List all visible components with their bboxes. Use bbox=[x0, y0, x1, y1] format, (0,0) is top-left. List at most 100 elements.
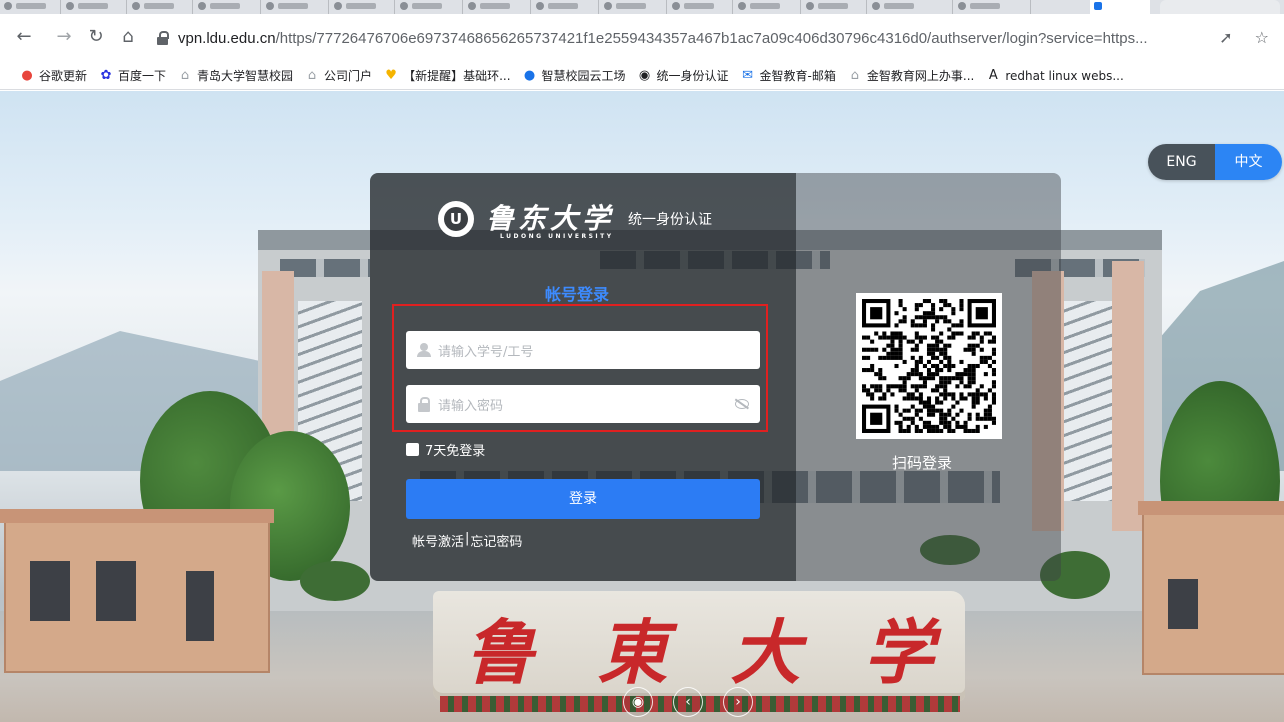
browser-tab[interactable] bbox=[330, 0, 395, 14]
browser-tab[interactable] bbox=[62, 0, 127, 14]
cloud-icon: ● bbox=[523, 67, 536, 83]
shrub bbox=[300, 561, 370, 601]
bookmark-label: 谷歌更新 bbox=[39, 69, 88, 83]
bookmark-item[interactable]: ⌂ 青岛大学智慧校园 bbox=[178, 67, 293, 84]
page-viewport: 鲁 東 大 学 ENG 中文 鲁东大学 LUDONG UNIVERSITY 统一… bbox=[0, 91, 1284, 722]
browser-tab[interactable] bbox=[1160, 0, 1280, 14]
bookmark-item[interactable]: ● 智慧校园云工场 bbox=[523, 67, 626, 84]
browser-tab[interactable] bbox=[734, 0, 801, 14]
browser-tab[interactable] bbox=[0, 0, 61, 14]
carousel-next-button[interactable]: › bbox=[723, 687, 753, 717]
browser-tab-active[interactable] bbox=[1090, 0, 1150, 14]
stone-char: 鲁 bbox=[464, 611, 535, 694]
browser-tab[interactable] bbox=[532, 0, 599, 14]
university-logo: 鲁东大学 LUDONG UNIVERSITY 统一身份认证 bbox=[438, 199, 738, 259]
lang-zh-button[interactable]: 中文 bbox=[1215, 144, 1282, 180]
bookmark-label: 金智教育网上办事... bbox=[866, 69, 975, 83]
browser-tab[interactable] bbox=[954, 0, 1031, 14]
campus-stone: 鲁 東 大 学 bbox=[433, 591, 965, 701]
browser-tab[interactable] bbox=[128, 0, 193, 14]
lang-eng-button[interactable]: ENG bbox=[1148, 144, 1215, 180]
browser-tab[interactable] bbox=[262, 0, 329, 14]
tab-favicon-icon bbox=[132, 2, 140, 10]
globe-icon: ◉ bbox=[638, 67, 651, 83]
home-icon[interactable]: ⌂ bbox=[116, 25, 140, 49]
bookmark-label: 智慧校园云工场 bbox=[541, 69, 626, 83]
browser-tab[interactable] bbox=[668, 0, 733, 14]
bookmark-item[interactable]: ◉ 统一身份认证 bbox=[638, 67, 729, 84]
gatehouse-right bbox=[1138, 501, 1284, 675]
browser-tab-strip bbox=[0, 0, 1284, 14]
browser-tab[interactable] bbox=[802, 0, 867, 14]
qr-login-label[interactable]: 扫码登录 bbox=[892, 452, 952, 473]
bookmark-item[interactable]: ⌂ 公司门户 bbox=[305, 67, 372, 84]
remember-me-checkbox[interactable]: 7天免登录 bbox=[406, 440, 485, 459]
tab-favicon-icon bbox=[198, 2, 206, 10]
browser-tab[interactable] bbox=[600, 0, 667, 14]
activate-account-link[interactable]: 帐号激活 bbox=[412, 531, 464, 550]
bookmark-item[interactable]: Aredhat linux webs... bbox=[986, 67, 1124, 83]
url-text[interactable]: vpn.ldu.edu.cn/https/77726476706e6973746… bbox=[178, 30, 1148, 47]
back-arrow-icon[interactable]: ← bbox=[12, 25, 36, 49]
bookmark-item[interactable]: ✉ 金智教育-邮箱 bbox=[741, 67, 836, 84]
tab-favicon-icon bbox=[1094, 2, 1102, 10]
language-switch: ENG 中文 bbox=[1148, 144, 1282, 180]
stone-char: 大 bbox=[730, 611, 801, 694]
wechat-icon[interactable]: ◉ bbox=[623, 687, 653, 717]
chrome-icon: ● bbox=[21, 67, 33, 83]
stone-char: 東 bbox=[597, 611, 668, 694]
link-separator: | bbox=[465, 531, 470, 546]
reload-icon[interactable]: ↻ bbox=[84, 25, 108, 49]
gatehouse-left bbox=[0, 509, 274, 673]
carousel-controls: ◉ ‹ › bbox=[623, 687, 753, 717]
bookmark-label: 统一身份认证 bbox=[656, 69, 729, 83]
bookmark-label: 青岛大学智慧校园 bbox=[197, 69, 294, 83]
url-host: vpn.ldu.edu.cn bbox=[178, 29, 276, 47]
browser-tab[interactable] bbox=[396, 0, 463, 14]
bookmark-label: redhat linux webs... bbox=[1005, 68, 1124, 83]
bookmark-label: 金智教育-邮箱 bbox=[759, 69, 836, 83]
browser-tab[interactable] bbox=[194, 0, 261, 14]
forward-arrow-icon[interactable]: → bbox=[52, 25, 76, 49]
auth-subtitle: 统一身份认证 bbox=[628, 212, 712, 228]
university-seal-icon bbox=[438, 201, 474, 237]
pillar bbox=[1112, 261, 1144, 531]
remember-me-label: 7天免登录 bbox=[425, 444, 486, 459]
input-highlight-box bbox=[392, 304, 768, 432]
baidu-paw-icon: ✿ bbox=[100, 67, 112, 83]
tab-favicon-icon bbox=[872, 2, 880, 10]
tab-account-login[interactable]: 帐号登录 bbox=[545, 281, 609, 305]
tab-favicon-icon bbox=[66, 2, 74, 10]
mail-icon: ✉ bbox=[742, 67, 753, 83]
share-icon[interactable]: ➚ bbox=[1219, 25, 1232, 51]
qr-code-image bbox=[862, 299, 996, 433]
bookmark-label: 公司门户 bbox=[324, 69, 373, 83]
home-icon: ⌂ bbox=[307, 67, 317, 83]
browser-tab[interactable] bbox=[464, 0, 531, 14]
bookmarks-bar: ● 谷歌更新 ✿ 百度一下 ⌂ 青岛大学智慧校园 ⌂ 公司门户 ♥ 【新提醒】基础环... ● 智慧校… bbox=[0, 62, 1284, 90]
tab-favicon-icon bbox=[672, 2, 680, 10]
bookmark-label: 百度一下 bbox=[118, 69, 167, 83]
carousel-prev-button[interactable]: ‹ bbox=[673, 687, 703, 717]
browser-tab[interactable] bbox=[868, 0, 953, 14]
forgot-password-link[interactable]: 忘记密码 bbox=[470, 531, 522, 550]
tab-favicon-icon bbox=[266, 2, 274, 10]
account-links: 帐号激活 | 忘记密码 bbox=[412, 531, 522, 550]
redhat-icon: A bbox=[988, 67, 998, 83]
checkbox-icon[interactable] bbox=[406, 443, 419, 456]
bookmark-item[interactable]: ● 谷歌更新 bbox=[20, 67, 87, 84]
home-icon: ⌂ bbox=[180, 67, 190, 83]
login-button[interactable]: 登录 bbox=[406, 479, 760, 519]
tab-favicon-icon bbox=[958, 2, 966, 10]
bookmark-star-icon[interactable]: ☆ bbox=[1255, 25, 1269, 51]
url-path: /https/77726476706e69737468656265737421f… bbox=[275, 29, 1148, 47]
tab-favicon-icon bbox=[604, 2, 612, 10]
tab-favicon-icon bbox=[738, 2, 746, 10]
tab-favicon-icon bbox=[4, 2, 12, 10]
heart-icon: ♥ bbox=[385, 67, 397, 83]
address-bar[interactable]: vpn.ldu.edu.cn/https/77726476706e6973746… bbox=[152, 25, 1277, 51]
bookmark-item[interactable]: ♥ 【新提醒】基础环... bbox=[384, 67, 510, 84]
tab-favicon-icon bbox=[400, 2, 408, 10]
bookmark-item[interactable]: ✿ 百度一下 bbox=[99, 67, 166, 84]
bookmark-item[interactable]: ⌂ 金智教育网上办事... bbox=[848, 67, 975, 84]
